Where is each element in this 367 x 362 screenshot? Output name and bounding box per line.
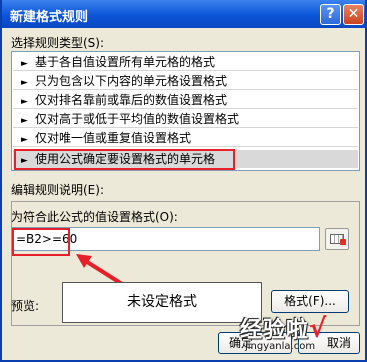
format-button[interactable]: 格式(F)... — [271, 290, 349, 313]
rule-type-item-label: 基于各自值设置所有单元格的格式 — [35, 55, 216, 69]
dialog-title: 新建格式规则 — [10, 10, 89, 25]
rule-type-item[interactable]: ► 只为包含以下内容的单元格设置格式 — [13, 72, 358, 90]
rule-type-list[interactable]: ► 基于各自值设置所有单元格的格式 ► 只为包含以下内容的单元格设置格式 ► 仅对排名… — [11, 51, 360, 171]
watermark: 经验啦√ — [240, 312, 365, 344]
rule-type-item[interactable]: ► 仅对唯一值或重复值设置格式 — [13, 129, 358, 147]
rule-type-item-selected[interactable]: ► 使用公式确定要设置格式的单元格 — [13, 150, 358, 168]
rule-type-item-label: 仅对高于或低于平均值的数值设置格式 — [35, 112, 240, 126]
watermark-text: 经验啦 — [240, 318, 310, 343]
new-format-rule-dialog: 新建格式规则 ? ✕ 选择规则类型(S): ► 基于各自值设置所有单元格的格式 ►… — [0, 0, 367, 362]
preview-box: 未设定格式 — [62, 282, 262, 323]
close-button[interactable]: ✕ — [343, 4, 364, 25]
close-icon: ✕ — [347, 6, 360, 22]
rule-type-item[interactable]: ► 仅对高于或低于平均值的数值设置格式 — [13, 110, 358, 128]
triangle-right-icon: ► — [21, 116, 28, 126]
help-icon: ? — [326, 6, 335, 22]
help-button[interactable]: ? — [320, 4, 341, 25]
edit-rule-label: 编辑规则说明(E): — [11, 183, 104, 197]
preview-label: 预览: — [11, 299, 40, 313]
rule-type-item-label: 仅对排名靠前或靠后的数值设置格式 — [35, 93, 228, 107]
rule-type-item[interactable]: ► 基于各自值设置所有单元格的格式 — [13, 53, 358, 71]
formula-label: 为符合此公式的值设置格式(O): — [11, 210, 178, 224]
triangle-right-icon: ► — [21, 135, 28, 145]
triangle-right-icon: ► — [21, 78, 28, 88]
collapse-dialog-button[interactable] — [325, 228, 349, 250]
checkmark-icon: √ — [309, 314, 328, 344]
rule-type-item[interactable]: ► 仅对排名靠前或靠后的数值设置格式 — [13, 91, 358, 109]
rule-type-item-label: 使用公式确定要设置格式的单元格 — [35, 152, 216, 166]
rule-type-item-label: 仅对唯一值或重复值设置格式 — [35, 131, 192, 145]
title-bar: 新建格式规则 ? ✕ — [2, 0, 365, 28]
rule-type-label: 选择规则类型(S): — [11, 36, 105, 50]
formula-highlight-box — [12, 228, 70, 256]
triangle-right-icon: ► — [21, 156, 28, 166]
triangle-right-icon: ► — [21, 97, 28, 107]
rule-type-item-label: 只为包含以下内容的单元格设置格式 — [35, 74, 228, 88]
triangle-right-icon: ► — [21, 59, 28, 69]
range-select-icon — [340, 239, 346, 245]
watermark-url: jingyanla.com — [245, 341, 316, 352]
